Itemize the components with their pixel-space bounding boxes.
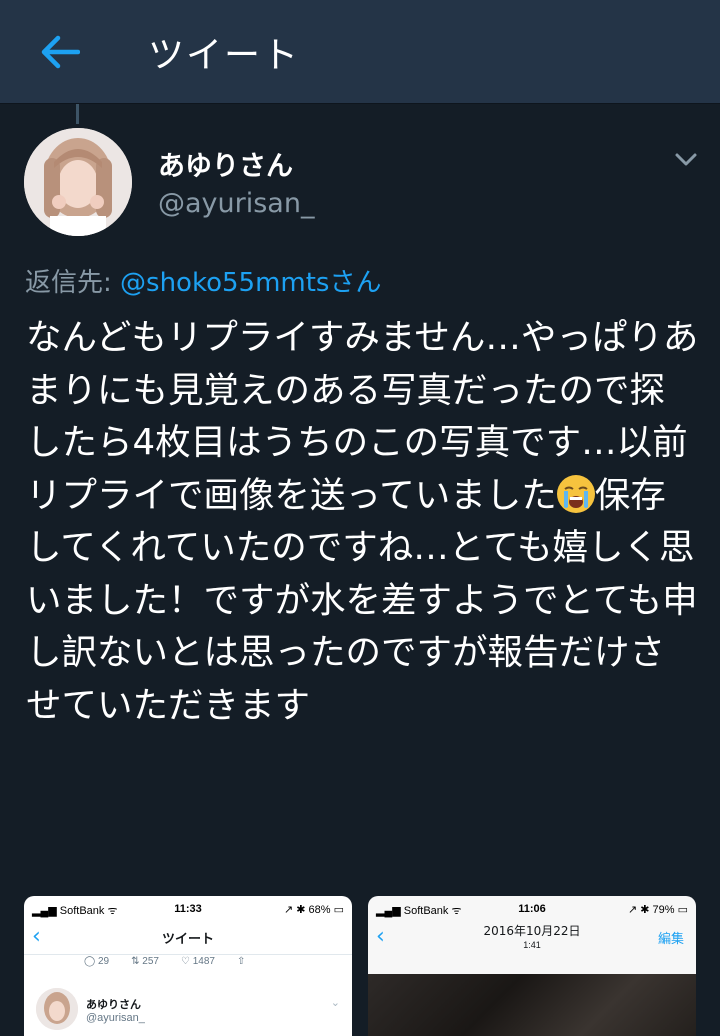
media-image-2[interactable]: ▂▄▆ SoftBank ᯤ 11:06 ↗ ✱ 79% ▭ ‹ 2016年10… [368,896,696,1036]
reply-mention-link[interactable]: @shoko55mmtsさん [120,268,381,298]
ss-edit-button: 編集 [657,932,684,947]
tweet-text: なんどもリプライすみません…やっぱりあまりにも見覚えのある写真だったので探したら… [26,312,700,732]
ss-nav-title: ツイート [161,931,214,946]
battery-indicator: ↗ ✱ 68% ▭ [283,904,344,916]
battery-indicator: ↗ ✱ 79% ▭ [627,904,688,916]
tweet-menu-button[interactable] [672,148,700,170]
ss-reply-count: ◯ 29 [84,956,110,967]
app-header: ツイート [0,0,720,104]
ss-handle: @ayurisan_ [86,1012,145,1024]
ss-photo [368,974,696,1036]
ios-status-bar: ▂▄▆ SoftBank ᯤ 11:06 ↗ ✱ 79% ▭ [368,896,696,922]
ss-photo-date: 2016年10月22日 [483,924,581,938]
media-image-1[interactable]: ▂▄▆ SoftBank ᯤ 11:33 ↗ ✱ 68% ▭ ‹ ツイート ◯ … [24,896,352,1036]
avatar-photo [24,128,132,236]
reply-to-label: 返信先: [25,268,121,298]
divider [24,954,352,955]
user-display-name[interactable]: あゆりさん [158,144,293,183]
ss-display-name: あゆりさん [86,998,141,1011]
ss-avatar [36,988,78,1030]
chevron-down-icon [675,153,697,166]
ss-chevron-down-icon: ⌄ [330,996,340,1009]
ss-retweet-count: ⇅ 257 [131,956,159,967]
reply-to-line: 返信先: @shoko55mmtsさん [25,262,381,299]
page-title: ツイート [148,35,301,76]
user-handle[interactable]: @ayurisan_ [158,188,314,219]
ss-photo-time: 1:41 [523,940,541,950]
ss-like-count: ♡ 1487 [180,956,215,967]
loudly-crying-face-icon [556,474,595,513]
ss-share-icon: ⇧ [236,956,246,967]
back-button[interactable] [36,28,84,76]
ss-action-bar: ◯ 29 ⇅ 257 ♡ 1487 ⇧ [84,956,245,967]
ios-status-bar: ▂▄▆ SoftBank ᯤ 11:33 ↗ ✱ 68% ▭ [24,896,352,922]
avatar[interactable] [24,128,132,236]
back-arrow-icon [41,35,80,69]
thread-connector-line [76,104,79,124]
